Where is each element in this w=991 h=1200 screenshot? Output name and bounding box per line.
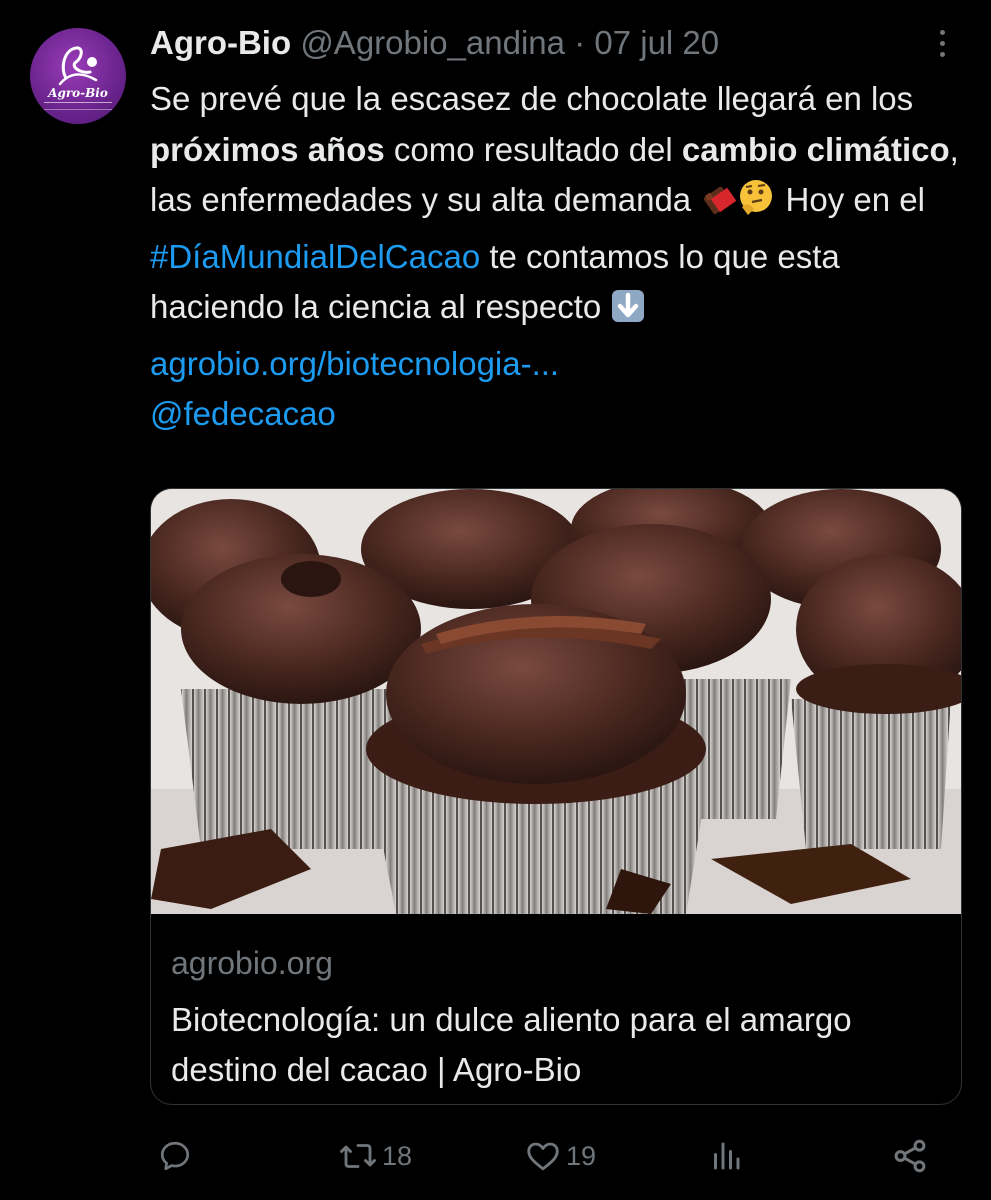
tweet-text-part: Se prevé que la escasez de chocolate lle… [150, 80, 914, 117]
views-icon [714, 1142, 740, 1170]
card-domain: agrobio.org [171, 945, 333, 981]
like-icon [527, 1142, 559, 1171]
author-handle[interactable]: @Agrobio_andina [300, 24, 565, 61]
chocolate-cupcakes-photo-icon [151, 489, 961, 914]
reply-button[interactable] [157, 1128, 197, 1184]
mention-link[interactable]: @fedecacao [150, 395, 336, 432]
views-button[interactable] [708, 1128, 748, 1184]
chocolate-bar-emoji-icon [700, 181, 737, 232]
share-button[interactable] [891, 1128, 929, 1184]
tweet-text-part: Hoy en el [776, 181, 925, 218]
retweet-button[interactable]: 18 [338, 1128, 412, 1184]
tweet-bold-part: próximos años [150, 130, 385, 168]
hashtag-link[interactable]: #DíaMundialDelCacao [150, 238, 480, 275]
more-options-icon[interactable] [932, 30, 952, 66]
avatar[interactable]: Agro-Bio [30, 28, 126, 124]
card-image[interactable] [151, 489, 961, 914]
like-button[interactable]: 19 [524, 1128, 596, 1184]
down-arrow-emoji-icon [610, 288, 646, 339]
tweet-actions-bar: 18 19 [0, 1128, 991, 1184]
card-title: Biotecnología: un dulce aliento para el … [171, 1001, 852, 1088]
avatar-logo-text: Agro-Bio [48, 86, 108, 100]
header-separator: · [574, 24, 586, 61]
thinking-face-emoji-icon [736, 177, 776, 232]
tweet-bold-part: cambio climático [681, 130, 950, 168]
tweet-text: Se prevé que la escasez de chocolate lle… [150, 74, 970, 440]
retweet-icon [340, 1144, 376, 1168]
link-preview-card[interactable]: agrobio.org Biotecnología: un dulce alie… [150, 488, 962, 1105]
avatar-logo-subtitle [44, 102, 112, 110]
url-link[interactable]: agrobio.org/biotecnologia-... [150, 345, 559, 382]
tweet-date[interactable]: 07 jul 20 [594, 24, 719, 61]
retweet-count: 18 [382, 1140, 413, 1171]
author-name[interactable]: Agro-Bio [150, 24, 291, 61]
reply-icon [160, 1141, 190, 1171]
tweet-text-part: como resultado del [384, 130, 682, 168]
tweet-header: Agro-Bio @Agrobio_andina · 07 jul 20 [150, 24, 719, 62]
share-icon [894, 1139, 926, 1173]
like-count: 19 [566, 1140, 597, 1171]
